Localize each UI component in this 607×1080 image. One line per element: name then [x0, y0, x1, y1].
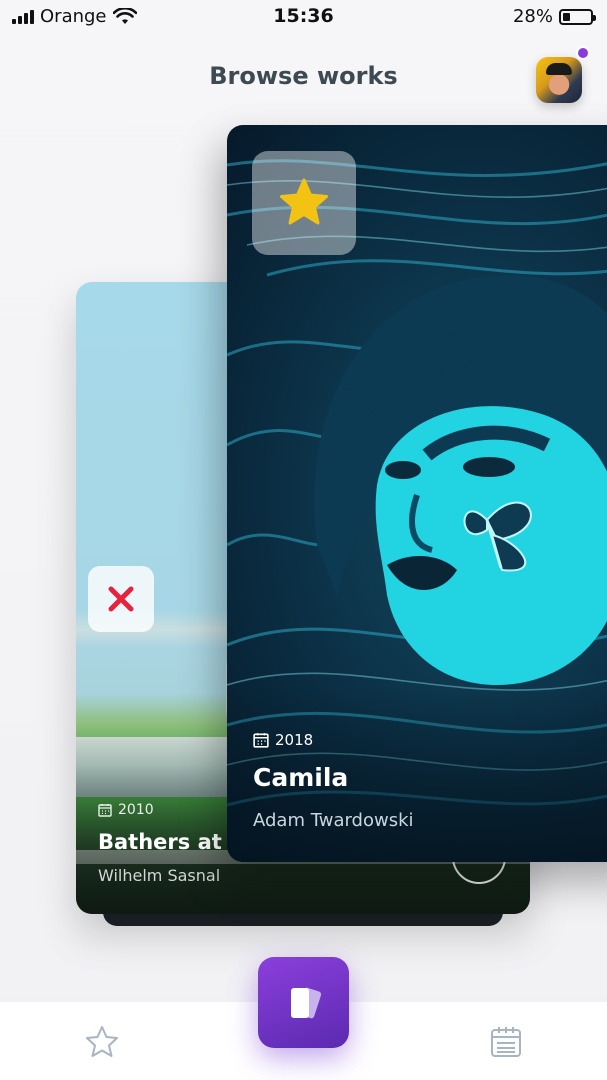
back-card-year-row: 2010	[98, 802, 245, 818]
calendar-icon	[253, 733, 269, 748]
calendar-icon	[98, 804, 112, 817]
browse-cards-button[interactable]	[258, 957, 349, 1048]
back-card-meta: 2010 Bathers at A Wilhelm Sasnal	[98, 802, 245, 885]
front-card-artist: Adam Twardowski	[253, 810, 414, 831]
browse-works-screen: Orange 15:36 28% Browse works 2010 Bathe…	[0, 0, 607, 1080]
back-card-year: 2010	[118, 802, 154, 818]
battery-percent: 28%	[512, 6, 553, 27]
user-avatar[interactable]	[536, 57, 582, 103]
artwork-card-front[interactable]: 2018 Camila Adam Twardowski	[227, 125, 607, 862]
front-card-title: Camila	[253, 763, 349, 792]
page-title: Browse works	[209, 62, 398, 90]
status-bar: Orange 15:36 28%	[0, 0, 607, 34]
favorite-button[interactable]	[252, 151, 356, 255]
battery-fill	[563, 12, 570, 21]
calendar-icon[interactable]	[488, 1024, 524, 1060]
front-card-year-row: 2018	[253, 731, 414, 749]
status-right: 28%	[512, 6, 596, 27]
front-card-year: 2018	[275, 731, 314, 749]
front-card-meta: 2018 Camila Adam Twardowski	[253, 731, 414, 831]
back-card-title: Bathers at A	[98, 830, 246, 854]
reject-button[interactable]	[88, 566, 154, 632]
battery-icon	[559, 8, 596, 25]
close-icon	[108, 586, 134, 612]
cards-icon	[290, 987, 321, 1018]
star-icon	[280, 178, 328, 225]
star-outline-icon[interactable]	[84, 1024, 120, 1060]
back-card-artist: Wilhelm Sasnal	[98, 866, 221, 885]
notification-dot	[576, 46, 590, 60]
